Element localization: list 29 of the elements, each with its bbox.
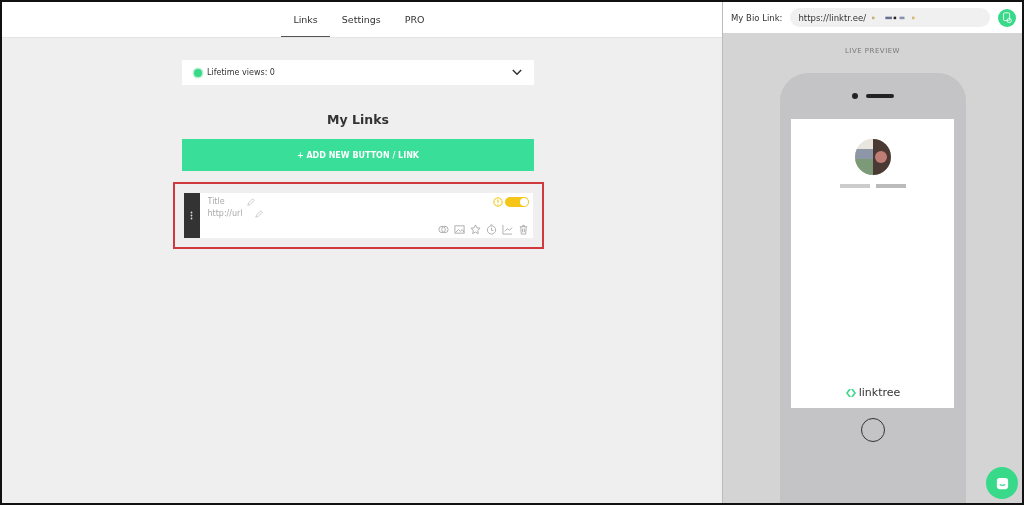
warning-icon: [492, 197, 503, 207]
nav-tab[interactable]: Links: [281, 2, 330, 37]
section-heading: My Links: [327, 112, 389, 127]
views-text: Lifetime views: 0: [207, 68, 276, 77]
redacted-name: [839, 183, 906, 189]
bio-link-field[interactable]: https://linktr.ee/: [790, 8, 990, 27]
toggle-switch[interactable]: [504, 197, 529, 207]
copy-icon: [1001, 11, 1013, 24]
thumbnail-icon[interactable]: [437, 224, 449, 235]
title-field[interactable]: Title: [207, 197, 244, 206]
brand-name: linktree: [858, 386, 901, 399]
url-field[interactable]: http://url: [207, 209, 252, 218]
chat-icon: [994, 475, 1010, 491]
linktree-logo-icon: [844, 387, 857, 398]
status-dot-icon: [194, 68, 202, 77]
dots-icon: [190, 211, 193, 220]
chevron-down-icon: [512, 69, 522, 76]
nav-tab[interactable]: PRO: [392, 2, 437, 37]
chat-button[interactable]: [986, 467, 1018, 499]
copy-button[interactable]: [998, 8, 1016, 27]
clock-icon[interactable]: [485, 224, 497, 235]
image-icon[interactable]: [453, 224, 465, 235]
drag-handle[interactable]: [183, 193, 200, 238]
nav-tab[interactable]: Settings: [329, 2, 393, 37]
views-panel[interactable]: Lifetime views: 0: [182, 60, 534, 85]
trash-icon[interactable]: [517, 224, 529, 235]
chart-icon[interactable]: [501, 224, 513, 235]
star-icon[interactable]: [469, 224, 481, 235]
bio-link-label: My Bio Link:: [731, 12, 783, 23]
